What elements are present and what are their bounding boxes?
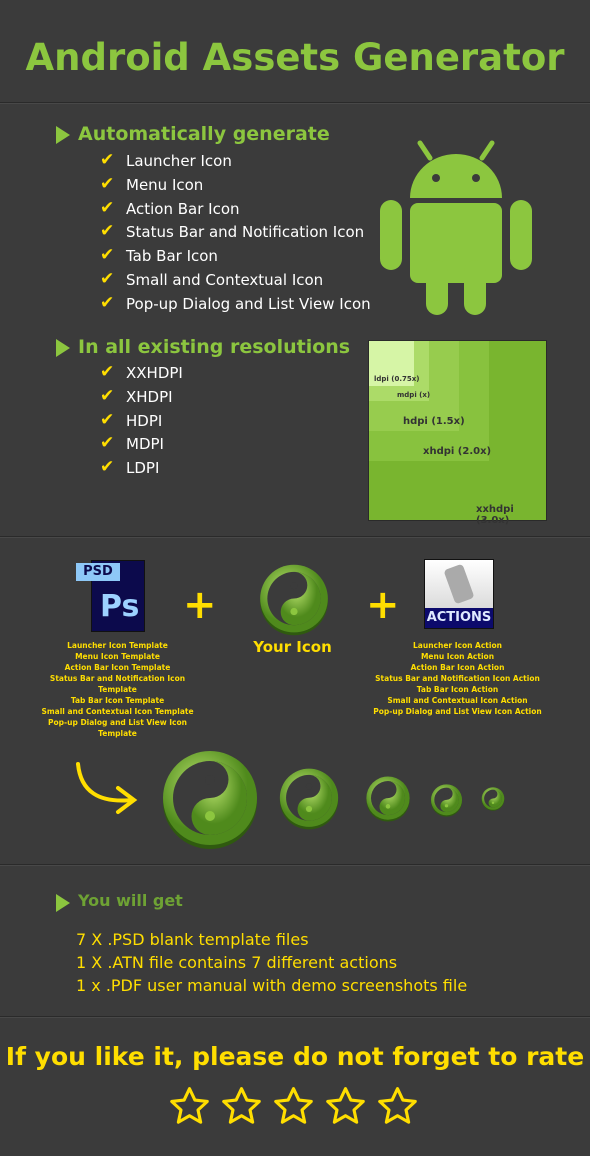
yin-yang-icon	[481, 787, 505, 815]
divider	[0, 1016, 590, 1018]
checkmark-icon: ✔	[100, 457, 115, 478]
list-item: Action Bar Icon Template	[64, 663, 171, 672]
list-item: 7 X .PSD blank template files	[76, 930, 309, 949]
page-title: Android Assets Generator	[25, 36, 565, 79]
list-item: Launcher Icon Action	[413, 641, 502, 650]
list-item: Pop-up Dialog and List View Icon Action	[373, 707, 542, 716]
section-heading: Automatically generate	[56, 123, 330, 145]
checkmark-icon: ✔	[100, 221, 115, 242]
actions-list: Launcher Icon Action Menu Icon Action Acti…	[370, 640, 545, 717]
item-label: Tab Bar Icon	[126, 247, 218, 266]
item-label: HDPI	[126, 411, 163, 430]
section-heading: You will get	[56, 891, 183, 912]
actions-badge: ACTIONS	[425, 608, 493, 628]
plus-sign: +	[366, 582, 400, 628]
list-item: Menu Icon Action	[420, 652, 495, 661]
density-chart: ldpi (0.75x) mdpi (x) hdpi (1.5x) xhdpi …	[368, 340, 547, 526]
your-icon-label: Your Icon	[253, 638, 332, 656]
list-item: ✔ Action Bar Icon	[100, 197, 371, 224]
checkmark-icon: ✔	[100, 433, 115, 454]
yin-yang-icon	[365, 776, 411, 826]
list-item: ✔ MDPI	[100, 433, 183, 459]
checkmark-icon: ✔	[100, 197, 115, 218]
item-label: Status Bar and Notification Icon	[126, 223, 365, 242]
checkmark-icon: ✔	[100, 268, 115, 289]
star-icon[interactable]	[324, 1086, 367, 1130]
item-label: MDPI	[126, 435, 164, 454]
divider	[0, 864, 590, 866]
scroll-icon	[443, 563, 475, 605]
checkmark-icon: ✔	[100, 150, 115, 170]
divider	[0, 536, 590, 538]
psd-badge: PSD	[76, 563, 120, 581]
list-item: 1 x .PDF user manual with demo screensho…	[76, 976, 468, 995]
item-label: XHDPI	[126, 387, 173, 406]
list-item: ✔ HDPI	[100, 409, 183, 436]
item-label: Menu Icon	[126, 175, 204, 194]
item-label: Action Bar Icon	[126, 199, 240, 218]
section-heading: In all existing resolutions	[56, 336, 350, 358]
density-label: mdpi (x)	[397, 391, 431, 399]
checkmark-icon: ✔	[100, 292, 115, 313]
star-icon[interactable]	[220, 1086, 263, 1130]
list-item: Status Bar and Notification Icon Templat…	[49, 674, 186, 694]
star-icon[interactable]	[376, 1086, 419, 1130]
list-item: ✔ XHDPI	[100, 385, 183, 412]
list-item: ✔ Status Bar and Notification Icon	[100, 221, 371, 247]
density-label: xhdpi (2.0x)	[423, 446, 492, 457]
density-label: xxhdpi (3.0x)	[476, 504, 514, 526]
list-item: ✔ Launcher Icon	[100, 150, 371, 176]
item-label: Pop-up Dialog and List View Icon	[126, 294, 371, 313]
density-label: ldpi (0.75x)	[374, 375, 420, 383]
list-item: Status Bar and Notification Icon Action	[375, 674, 540, 683]
list-item: ✔ Tab Bar Icon	[100, 245, 371, 271]
checkmark-icon: ✔	[100, 385, 115, 406]
ps-logo: Ps	[100, 589, 140, 624]
checkmark-icon: ✔	[100, 362, 115, 382]
deliverables-list: 7 X .PSD blank template files 1 X .ATN fi…	[76, 928, 467, 997]
item-label: LDPI	[126, 459, 160, 478]
arrow-icon	[76, 762, 138, 814]
yin-yang-icon	[160, 750, 260, 854]
rating-stars[interactable]	[168, 1086, 419, 1130]
star-icon[interactable]	[272, 1086, 315, 1130]
list-item: Tab Bar Icon Action	[416, 685, 499, 694]
list-item: Action Bar Icon Action	[410, 663, 505, 672]
list-item: ✔ Menu Icon	[100, 173, 371, 200]
list-item: Small and Contextual Icon Template	[41, 707, 194, 716]
rate-message: If you like it, please do not forget to …	[5, 1042, 585, 1071]
item-label: XXHDPI	[126, 364, 183, 382]
divider	[0, 102, 590, 104]
list-item: Small and Contextual Icon Action	[387, 696, 528, 705]
psd-file-icon: PSD Ps	[76, 560, 145, 632]
resolution-list: ✔ XXHDPI ✔ XHDPI ✔ HDPI ✔ MDPI ✔ LDPI	[100, 362, 183, 483]
plus-sign: +	[183, 582, 217, 628]
list-item: Pop-up Dialog and List View Icon Templat…	[48, 718, 187, 738]
android-robot-icon	[380, 140, 532, 315]
list-item: ✔ Small and Contextual Icon	[100, 268, 371, 295]
list-item: 1 X .ATN file contains 7 different actio…	[76, 953, 398, 972]
star-icon[interactable]	[168, 1086, 211, 1130]
item-label: Small and Contextual Icon	[126, 270, 324, 289]
yin-yang-icon	[278, 768, 340, 834]
list-item: ✔ LDPI	[100, 457, 183, 483]
list-item: Tab Bar Icon Template	[70, 696, 165, 705]
actions-file-icon: ACTIONS	[424, 559, 494, 629]
item-label: Launcher Icon	[126, 152, 232, 170]
list-item: ✔ XXHDPI	[100, 362, 183, 388]
list-item: Menu Icon Template	[75, 652, 160, 661]
list-item: Launcher Icon Template	[67, 641, 168, 650]
psd-template-list: Launcher Icon Template Menu Icon Template…	[30, 640, 205, 739]
checkmark-icon: ✔	[100, 409, 115, 430]
density-label: hdpi (1.5x)	[403, 416, 465, 427]
list-item: ✔ Pop-up Dialog and List View Icon	[100, 292, 371, 319]
checkmark-icon: ✔	[100, 245, 115, 266]
feature-list: ✔ Launcher Icon ✔ Menu Icon ✔ Action Bar Icon…	[100, 150, 371, 319]
yin-yang-icon	[430, 784, 463, 821]
checkmark-icon: ✔	[100, 173, 115, 194]
yin-yang-icon	[258, 564, 330, 640]
